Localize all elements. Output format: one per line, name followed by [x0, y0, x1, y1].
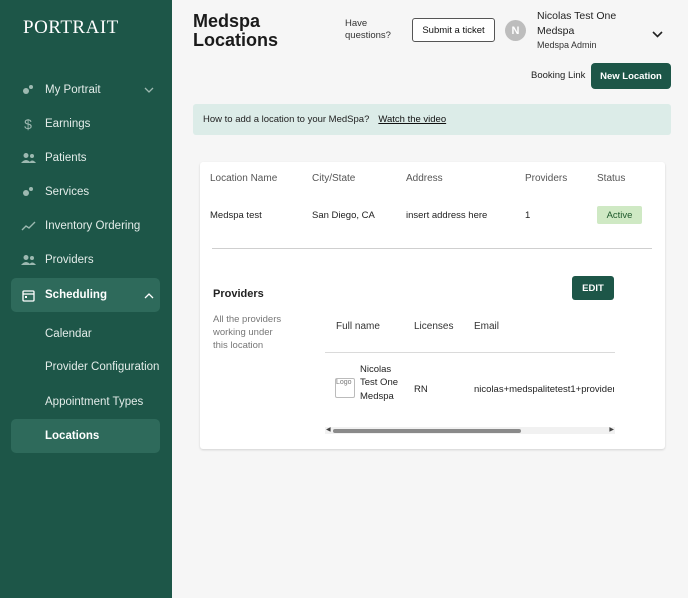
status-badge: Active	[597, 206, 642, 224]
sidebar-item-provider-configuration[interactable]: Provider Configuration	[11, 350, 160, 384]
location-address: insert address here	[406, 210, 488, 221]
sidebar-item-inventory-ordering[interactable]: Inventory Ordering	[11, 209, 160, 243]
watch-video-link[interactable]: Watch the video	[378, 114, 446, 125]
portrait-logo: PORTRAIT	[23, 17, 119, 38]
location-providers-count: 1	[525, 210, 531, 221]
sidebar-item-calendar[interactable]: Calendar	[11, 317, 160, 351]
providers-title: Providers	[213, 288, 264, 300]
info-banner: How to add a location to your MedSpa? Wa…	[193, 104, 671, 135]
column-header: Location Name	[210, 173, 278, 184]
scroll-left-icon[interactable]: ◀	[326, 427, 331, 434]
services-icon	[11, 185, 45, 199]
divider	[212, 248, 652, 249]
banner-text: How to add a location to your MedSpa?	[203, 114, 370, 125]
column-header: Status	[597, 173, 626, 184]
sidebar-item-appointment-types[interactable]: Appointment Types	[11, 385, 160, 419]
provider-email: nicolas+medspalitetest1+provider@	[474, 384, 614, 395]
scroll-right-icon[interactable]: ▶	[609, 427, 614, 434]
submit-ticket-button[interactable]: Submit a ticket	[412, 18, 495, 42]
sidebar-item-label: Inventory Ordering	[45, 220, 141, 232]
sidebar: PORTRAIT My Portrait $ Earnings Patients…	[0, 0, 172, 598]
sidebar-item-providers[interactable]: Providers	[11, 243, 160, 277]
horizontal-scrollbar[interactable]: ◀ ▶	[325, 427, 615, 434]
provider-name: Nicolas Test One Medspa	[360, 364, 399, 402]
sidebar-item-earnings[interactable]: $ Earnings	[11, 107, 160, 141]
trend-icon	[11, 221, 45, 231]
chevron-down-icon	[138, 87, 160, 94]
avatar[interactable]: N	[505, 20, 526, 41]
provider-photo: Logo	[335, 378, 355, 398]
sidebar-item-label: My Portrait	[45, 84, 101, 96]
page-title: Medspa Locations	[193, 11, 279, 50]
sidebar-item-label: Appointment Types	[45, 396, 144, 408]
people-icon	[11, 254, 45, 266]
location-card: Location Name City/State Address Provide…	[200, 162, 665, 449]
divider	[325, 352, 615, 353]
sidebar-item-label: Services	[45, 186, 90, 198]
chevron-down-icon[interactable]	[652, 25, 663, 43]
providers-description: All the providers working under this loc…	[213, 314, 282, 351]
column-header: Full name	[336, 321, 380, 332]
sidebar-item-my-portrait[interactable]: My Portrait	[11, 73, 160, 107]
sidebar-item-label: Providers	[45, 254, 94, 266]
sidebar-item-services[interactable]: Services	[11, 175, 160, 209]
sidebar-item-label: Earnings	[45, 118, 91, 130]
sidebar-item-scheduling[interactable]: Scheduling	[11, 278, 160, 312]
sidebar-item-patients[interactable]: Patients	[11, 141, 160, 175]
user-name[interactable]: Nicolas Test One Medspa	[537, 9, 637, 39]
sidebar-item-label: Provider Configuration	[45, 361, 160, 373]
sidebar-item-label: Calendar	[45, 328, 92, 340]
edit-button[interactable]: EDIT	[572, 276, 614, 300]
people-icon	[11, 152, 45, 164]
new-location-button[interactable]: New Location	[591, 63, 671, 89]
portrait-icon	[11, 83, 45, 97]
sidebar-item-label: Scheduling	[45, 289, 107, 301]
sidebar-item-locations[interactable]: Locations	[11, 419, 160, 453]
calendar-icon	[11, 289, 45, 302]
user-role: Medspa Admin	[537, 40, 597, 50]
sidebar-item-label: Patients	[45, 152, 87, 164]
location-name[interactable]: Medspa test	[210, 210, 262, 221]
column-header: Licenses	[414, 321, 454, 332]
sidebar-item-label: Locations	[45, 430, 100, 442]
questions-text: Have questions?	[345, 18, 391, 41]
chevron-up-icon	[138, 292, 160, 299]
dollar-icon: $	[24, 116, 32, 132]
column-header: Address	[406, 173, 443, 184]
column-header: City/State	[312, 173, 356, 184]
provider-license: RN	[414, 384, 428, 395]
location-city: San Diego, CA	[312, 210, 375, 221]
column-header: Providers	[525, 173, 568, 184]
booking-link[interactable]: Booking Link	[531, 70, 585, 81]
scrollbar-thumb[interactable]	[333, 429, 521, 433]
column-header: Email	[474, 321, 500, 332]
